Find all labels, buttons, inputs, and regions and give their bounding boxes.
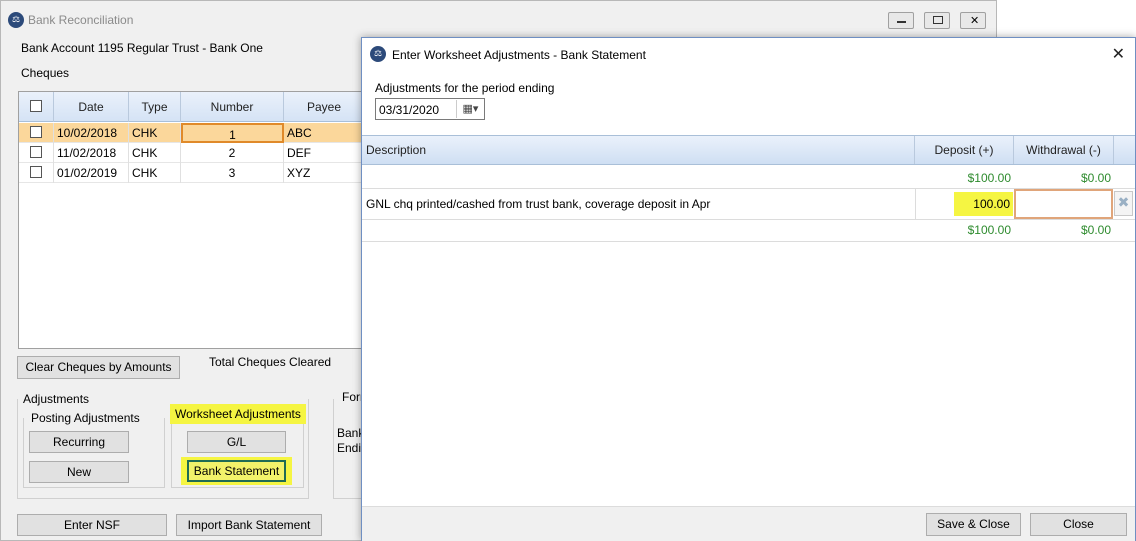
- close-icon: ✕: [970, 14, 980, 27]
- recurring-button[interactable]: Recurring: [29, 431, 129, 453]
- select-all-checkbox[interactable]: [30, 100, 42, 112]
- period-date-picker[interactable]: 03/31/2020 ▦▾: [375, 98, 485, 120]
- cell-date: 11/02/2018: [54, 143, 129, 163]
- bottom-total-deposit: $100.00: [967, 223, 1011, 237]
- row-deposit-input[interactable]: 100.00: [954, 192, 1013, 216]
- total-cheques-cleared-label: Total Cheques Cleared: [209, 355, 332, 369]
- adjustments-grid-header: Description Deposit (+) Withdrawal (-): [362, 135, 1135, 165]
- cell-number[interactable]: 1: [181, 123, 284, 143]
- worksheet-adjustments-dialog: ⚖ Enter Worksheet Adjustments - Bank Sta…: [361, 37, 1136, 541]
- close-button-bg[interactable]: ✕: [960, 12, 986, 29]
- bg-window-title: Bank Reconciliation: [28, 13, 134, 27]
- close-icon[interactable]: ✕: [1112, 44, 1125, 63]
- cell-payee: ABC: [287, 126, 312, 140]
- new-button[interactable]: New: [29, 461, 129, 483]
- column-header-deposit[interactable]: Deposit (+): [915, 136, 1014, 164]
- dialog-title: Enter Worksheet Adjustments - Bank State…: [392, 48, 646, 62]
- row-checkbox[interactable]: [30, 126, 42, 138]
- cell-payee: XYZ: [287, 166, 311, 180]
- calendar-dropdown-icon[interactable]: ▦▾: [456, 100, 484, 118]
- period-label: Adjustments for the period ending: [375, 81, 555, 95]
- row-checkbox[interactable]: [30, 166, 42, 178]
- import-bank-statement-button[interactable]: Import Bank Statement: [176, 514, 322, 536]
- column-header-payee[interactable]: Payee: [284, 92, 362, 122]
- ending-label-partial: Endi: [337, 441, 362, 455]
- scales-icon: ⚖: [370, 46, 386, 62]
- bg-title-bar: ⚖ Bank Reconciliation ✕: [1, 1, 996, 39]
- cheques-grid-header: Date Type Number Payee: [19, 92, 362, 122]
- row-checkbox[interactable]: [30, 146, 42, 158]
- cell-type: CHK: [129, 123, 181, 143]
- cell-date: 10/02/2018: [54, 123, 129, 143]
- cell-payee: DEF: [287, 146, 311, 160]
- cell-date: 01/02/2019: [54, 163, 129, 183]
- clear-cheques-button[interactable]: Clear Cheques by Amounts: [17, 356, 180, 379]
- dialog-title-bar: ⚖ Enter Worksheet Adjustments - Bank Sta…: [362, 38, 1135, 70]
- cheques-label: Cheques: [21, 66, 70, 80]
- table-row[interactable]: 01/02/2019 CHK 3 XYZ: [19, 163, 362, 183]
- gl-button[interactable]: G/L: [187, 431, 286, 453]
- worksheet-adjustments-label: Worksheet Adjustments: [170, 404, 306, 424]
- bank-account-label: Bank Account 1195 Regular Trust - Bank O…: [21, 41, 263, 55]
- minimize-button[interactable]: [888, 12, 914, 29]
- delete-row-icon[interactable]: ✖: [1114, 191, 1133, 216]
- column-header-type[interactable]: Type: [129, 92, 181, 122]
- column-header-description[interactable]: Description: [362, 136, 915, 164]
- bank-statement-button[interactable]: Bank Statement: [187, 460, 286, 482]
- restore-button[interactable]: [924, 12, 950, 29]
- table-row[interactable]: 11/02/2018 CHK 2 DEF: [19, 143, 362, 163]
- top-total-deposit: $100.00: [967, 171, 1011, 185]
- close-button[interactable]: Close: [1030, 513, 1127, 536]
- cell-number: 2: [181, 143, 284, 163]
- bottom-total-withdrawal: $0.00: [1080, 223, 1111, 237]
- dialog-footer: Save & Close Close: [362, 506, 1135, 541]
- column-header-withdrawal[interactable]: Withdrawal (-): [1014, 136, 1114, 164]
- posting-adjustments-label: Posting Adjustments: [29, 411, 142, 425]
- column-header-date[interactable]: Date: [54, 92, 129, 122]
- period-date-value[interactable]: 03/31/2020: [379, 103, 439, 117]
- cell-type: CHK: [129, 163, 181, 183]
- row-description[interactable]: GNL chq printed/cashed from trust bank, …: [366, 197, 710, 211]
- table-row[interactable]: GNL chq printed/cashed from trust bank, …: [362, 189, 1135, 219]
- cheques-grid[interactable]: Date Type Number Payee 10/02/2018 CHK 1 …: [18, 91, 363, 349]
- scales-icon: ⚖: [8, 12, 24, 28]
- adjustments-label: Adjustments: [23, 392, 90, 406]
- row-withdrawal-input[interactable]: [1014, 189, 1113, 219]
- table-row[interactable]: 10/02/2018 CHK 1 ABC: [19, 123, 362, 143]
- adjustments-grid[interactable]: Description Deposit (+) Withdrawal (-) $…: [362, 135, 1135, 503]
- enter-nsf-button[interactable]: Enter NSF: [17, 514, 167, 536]
- top-total-withdrawal: $0.00: [1080, 171, 1111, 185]
- save-close-button[interactable]: Save & Close: [926, 513, 1021, 536]
- cell-type: CHK: [129, 143, 181, 163]
- cell-number: 3: [181, 163, 284, 183]
- column-header-number[interactable]: Number: [181, 92, 284, 122]
